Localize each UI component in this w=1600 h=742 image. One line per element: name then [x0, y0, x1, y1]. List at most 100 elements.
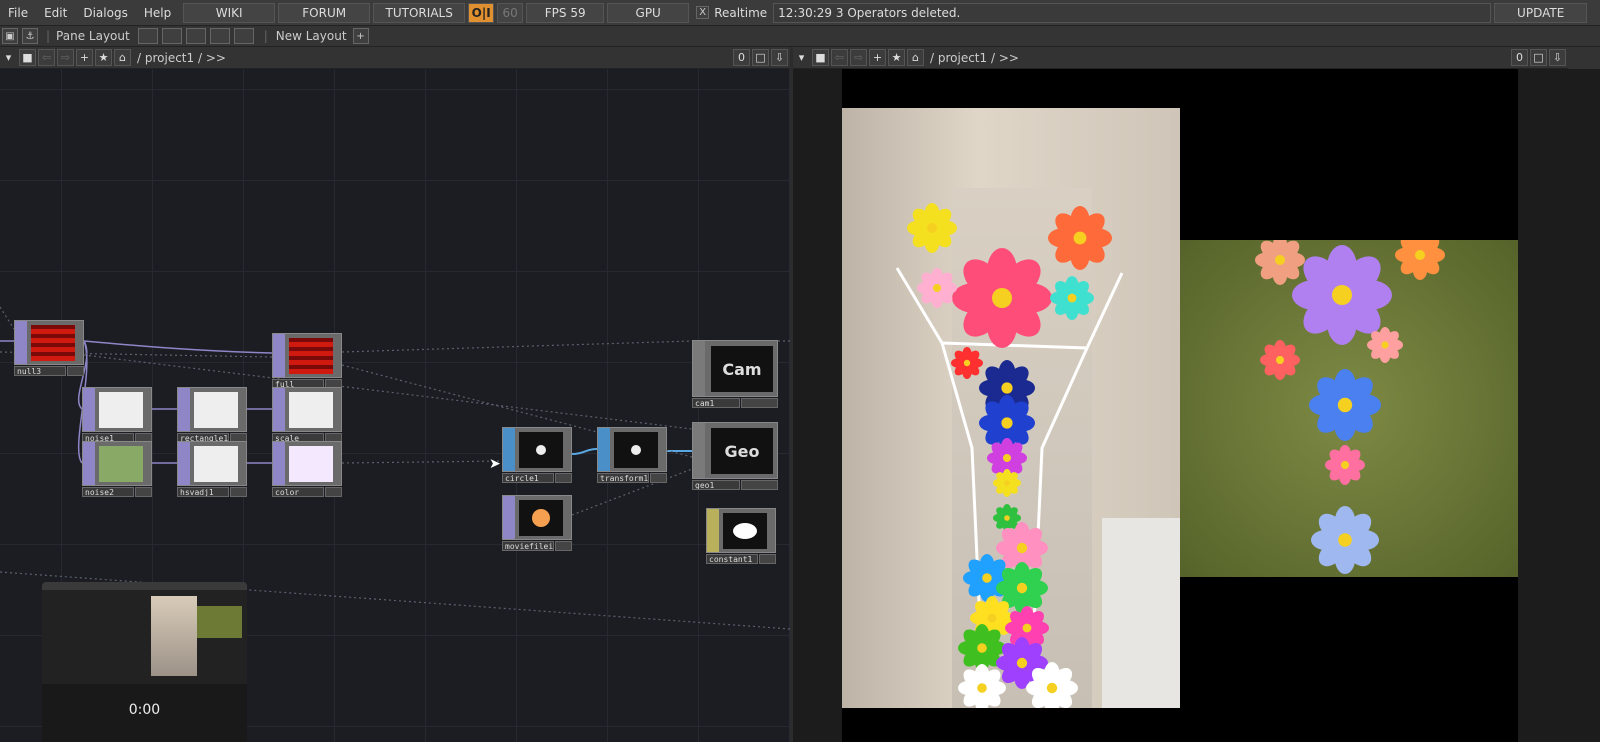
- forward-icon[interactable]: ⇨: [850, 49, 867, 66]
- menu-edit[interactable]: Edit: [36, 6, 75, 20]
- node-side-flags[interactable]: [598, 428, 610, 471]
- anchor-icon[interactable]: ⚓: [22, 28, 38, 44]
- node-label[interactable]: hsvadj1: [177, 487, 229, 497]
- node-body[interactable]: Cam: [692, 340, 778, 397]
- back-icon[interactable]: ⇦: [38, 49, 55, 66]
- star-icon[interactable]: ★: [95, 49, 112, 66]
- star-icon[interactable]: ★: [888, 49, 905, 66]
- fps-target[interactable]: 60: [497, 2, 524, 23]
- node-side-flags[interactable]: [693, 341, 705, 396]
- forward-icon[interactable]: ⇨: [57, 49, 74, 66]
- pane-type-icon[interactable]: ■: [812, 49, 829, 66]
- maximize-icon[interactable]: □: [752, 49, 769, 66]
- perform-mode-button[interactable]: O|I: [468, 2, 495, 23]
- node-side-flags[interactable]: [15, 321, 27, 364]
- node-side-flags[interactable]: [693, 423, 705, 478]
- network-editor[interactable]: null3 full noise1 rectangle1 scale noise2 hsva…: [0, 69, 790, 742]
- realtime-checkbox[interactable]: X: [696, 6, 710, 19]
- operator-circle1[interactable]: circle1: [502, 427, 572, 483]
- wiki-button[interactable]: WIKI: [183, 2, 276, 23]
- node-side-flags[interactable]: [707, 509, 719, 552]
- node-flags[interactable]: [135, 487, 152, 497]
- pane-menu-icon[interactable]: ▾: [793, 49, 810, 66]
- gpu-button[interactable]: GPU: [607, 2, 690, 23]
- node-flags[interactable]: [741, 480, 778, 490]
- node-flags[interactable]: [741, 398, 778, 408]
- layout-four-icon[interactable]: [233, 28, 254, 44]
- operator-scale[interactable]: scale: [272, 387, 342, 443]
- node-label[interactable]: color: [272, 487, 324, 497]
- operator-cam1[interactable]: Cam cam1: [692, 340, 778, 408]
- node-flags[interactable]: [650, 473, 667, 483]
- operator-color[interactable]: color: [272, 441, 342, 497]
- download-icon[interactable]: ⇩: [771, 49, 788, 66]
- node-side-flags[interactable]: [503, 496, 515, 539]
- home-icon[interactable]: ⌂: [114, 49, 131, 66]
- operator-full[interactable]: full: [272, 333, 342, 389]
- tutorials-button[interactable]: TUTORIALS: [373, 2, 466, 23]
- node-body[interactable]: [82, 387, 152, 432]
- node-body[interactable]: [502, 427, 572, 472]
- menu-dialogs[interactable]: Dialogs: [75, 6, 135, 20]
- node-flags[interactable]: [67, 366, 84, 376]
- new-layout-button[interactable]: +: [352, 28, 369, 44]
- node-label[interactable]: geo1: [692, 480, 740, 490]
- download-icon[interactable]: ⇩: [1549, 49, 1566, 66]
- node-side-flags[interactable]: [273, 442, 285, 485]
- node-body[interactable]: [272, 441, 342, 486]
- node-side-flags[interactable]: [83, 388, 95, 431]
- node-label[interactable]: null3: [14, 366, 66, 376]
- node-side-flags[interactable]: [83, 442, 95, 485]
- image-icon[interactable]: ▣: [2, 28, 18, 44]
- node-label[interactable]: circle1: [502, 473, 554, 483]
- layout-split-horizontal-icon[interactable]: [185, 28, 206, 44]
- home-icon[interactable]: ⌂: [907, 49, 924, 66]
- back-icon[interactable]: ⇦: [831, 49, 848, 66]
- node-flags[interactable]: [555, 541, 572, 551]
- operator-hsvadj1[interactable]: hsvadj1: [177, 441, 247, 497]
- operator-rectangle1[interactable]: rectangle1: [177, 387, 247, 443]
- operator-null3[interactable]: null3: [14, 320, 84, 376]
- node-body[interactable]: [272, 387, 342, 432]
- node-body[interactable]: [82, 441, 152, 486]
- maximize-icon[interactable]: □: [1530, 49, 1547, 66]
- node-body[interactable]: [597, 427, 667, 472]
- layout-split-vertical-icon[interactable]: [161, 28, 182, 44]
- add-icon[interactable]: +: [869, 49, 886, 66]
- node-body[interactable]: [14, 320, 84, 365]
- node-side-flags[interactable]: [178, 442, 190, 485]
- add-icon[interactable]: +: [76, 49, 93, 66]
- node-side-flags[interactable]: [503, 428, 515, 471]
- operator-constant1[interactable]: constant1: [706, 508, 776, 564]
- node-body[interactable]: Geo: [692, 422, 778, 479]
- operator-transform1[interactable]: transform1: [597, 427, 667, 483]
- pane-type-icon[interactable]: ■: [19, 49, 36, 66]
- forum-button[interactable]: FORUM: [278, 2, 371, 23]
- node-side-flags[interactable]: [178, 388, 190, 431]
- operator-noise2[interactable]: noise2: [82, 441, 152, 497]
- operator-moviefilein1[interactable]: moviefilein1: [502, 495, 572, 551]
- node-flags[interactable]: [759, 554, 776, 564]
- node-label[interactable]: cam1: [692, 398, 740, 408]
- menu-help[interactable]: Help: [136, 6, 179, 20]
- node-label[interactable]: noise2: [82, 487, 134, 497]
- operator-noise1[interactable]: noise1: [82, 387, 152, 443]
- menu-file[interactable]: File: [0, 6, 36, 20]
- node-label[interactable]: moviefilein1: [502, 541, 554, 551]
- node-flags[interactable]: [325, 487, 342, 497]
- layout-single-icon[interactable]: [137, 28, 158, 44]
- node-body[interactable]: [272, 333, 342, 378]
- node-label[interactable]: transform1: [597, 473, 649, 483]
- pane-menu-icon[interactable]: ▾: [0, 49, 17, 66]
- path-breadcrumb[interactable]: / project1 / >>: [137, 51, 226, 65]
- layout-three-icon[interactable]: [209, 28, 230, 44]
- node-side-flags[interactable]: [273, 388, 285, 431]
- node-body[interactable]: [177, 441, 247, 486]
- node-side-flags[interactable]: [273, 334, 285, 377]
- node-flags[interactable]: [555, 473, 572, 483]
- node-body[interactable]: [706, 508, 776, 553]
- path-breadcrumb[interactable]: / project1 / >>: [930, 51, 1019, 65]
- node-body[interactable]: [177, 387, 247, 432]
- update-button[interactable]: UPDATE: [1494, 2, 1588, 23]
- node-label[interactable]: constant1: [706, 554, 758, 564]
